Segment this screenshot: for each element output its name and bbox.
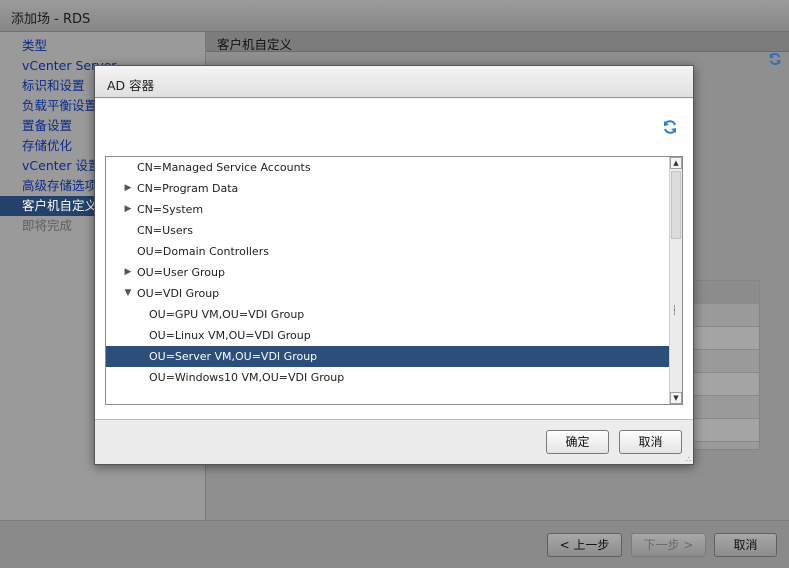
expand-arrow-icon[interactable]: ▶	[123, 178, 133, 199]
background-table	[692, 280, 760, 450]
tree-item-program-data[interactable]: ▶ CN=Program Data	[106, 178, 669, 199]
ok-button[interactable]: 确定	[546, 430, 609, 454]
content-header: 客户机自定义	[206, 32, 789, 52]
table-row	[693, 373, 759, 396]
tree-item-users[interactable]: CN=Users	[106, 220, 669, 241]
ad-container-tree: CN=Managed Service Accounts ▶ CN=Program…	[105, 156, 683, 405]
table-row	[693, 419, 759, 442]
dialog-title: AD 容器	[107, 78, 155, 93]
back-button[interactable]: < 上一步	[547, 533, 622, 557]
resize-grip-icon[interactable]: ∴	[686, 456, 691, 464]
table-row	[693, 304, 759, 327]
scroll-up-arrow-icon[interactable]: ▲	[670, 157, 682, 169]
tree-item-managed-service-accounts[interactable]: CN=Managed Service Accounts	[106, 157, 669, 178]
tree-item-linux-vm[interactable]: OU=Linux VM,OU=VDI Group	[106, 325, 669, 346]
dialog-cancel-button[interactable]: 取消	[619, 430, 682, 454]
ad-container-dialog: AD 容器 CN=Managed Service Accounts ▶ CN=P…	[94, 65, 694, 465]
table-row	[693, 327, 759, 350]
expand-arrow-icon[interactable]: ▶	[123, 262, 133, 283]
tree-list: CN=Managed Service Accounts ▶ CN=Program…	[106, 157, 669, 404]
refresh-icon[interactable]	[768, 52, 782, 66]
collapse-arrow-icon[interactable]: ▼	[123, 283, 133, 304]
tree-item-domain-controllers[interactable]: OU=Domain Controllers	[106, 241, 669, 262]
tree-item-server-vm[interactable]: OU=Server VM,OU=VDI Group	[106, 346, 669, 367]
dialog-footer: 确定 取消 ∴	[95, 419, 693, 464]
table-row	[693, 350, 759, 373]
dialog-title-bar: AD 容器	[95, 66, 693, 98]
refresh-icon[interactable]	[662, 119, 678, 135]
scrollbar-thumb[interactable]	[671, 171, 681, 239]
tree-item-vdi-group[interactable]: ▼ OU=VDI Group	[106, 283, 669, 304]
wizard-cancel-button[interactable]: 取消	[714, 533, 777, 557]
wizard-title-bar: 添加场 - RDS	[0, 0, 789, 32]
scroll-down-arrow-icon[interactable]: ▼	[670, 392, 682, 404]
tree-item-windows10-vm[interactable]: OU=Windows10 VM,OU=VDI Group	[106, 367, 669, 388]
tree-item-system[interactable]: ▶ CN=System	[106, 199, 669, 220]
wizard-footer: < 上一步 下一步 > 取消	[0, 520, 789, 568]
next-button: 下一步 >	[631, 533, 706, 557]
tree-scrollbar[interactable]: ▲ ⁞ ⁞ ▼	[669, 157, 682, 404]
table-row	[693, 396, 759, 419]
table-header	[693, 281, 759, 304]
tree-item-gpu-vm[interactable]: OU=GPU VM,OU=VDI Group	[106, 304, 669, 325]
grip-icon: ⁞ ⁞	[673, 304, 676, 318]
nav-step-type[interactable]: 类型	[0, 36, 205, 56]
content-title: 客户机自定义	[217, 37, 293, 52]
wizard-title: 添加场 - RDS	[11, 12, 91, 27]
tree-item-user-group[interactable]: ▶ OU=User Group	[106, 262, 669, 283]
expand-arrow-icon[interactable]: ▶	[123, 199, 133, 220]
dialog-body: CN=Managed Service Accounts ▶ CN=Program…	[95, 99, 693, 419]
